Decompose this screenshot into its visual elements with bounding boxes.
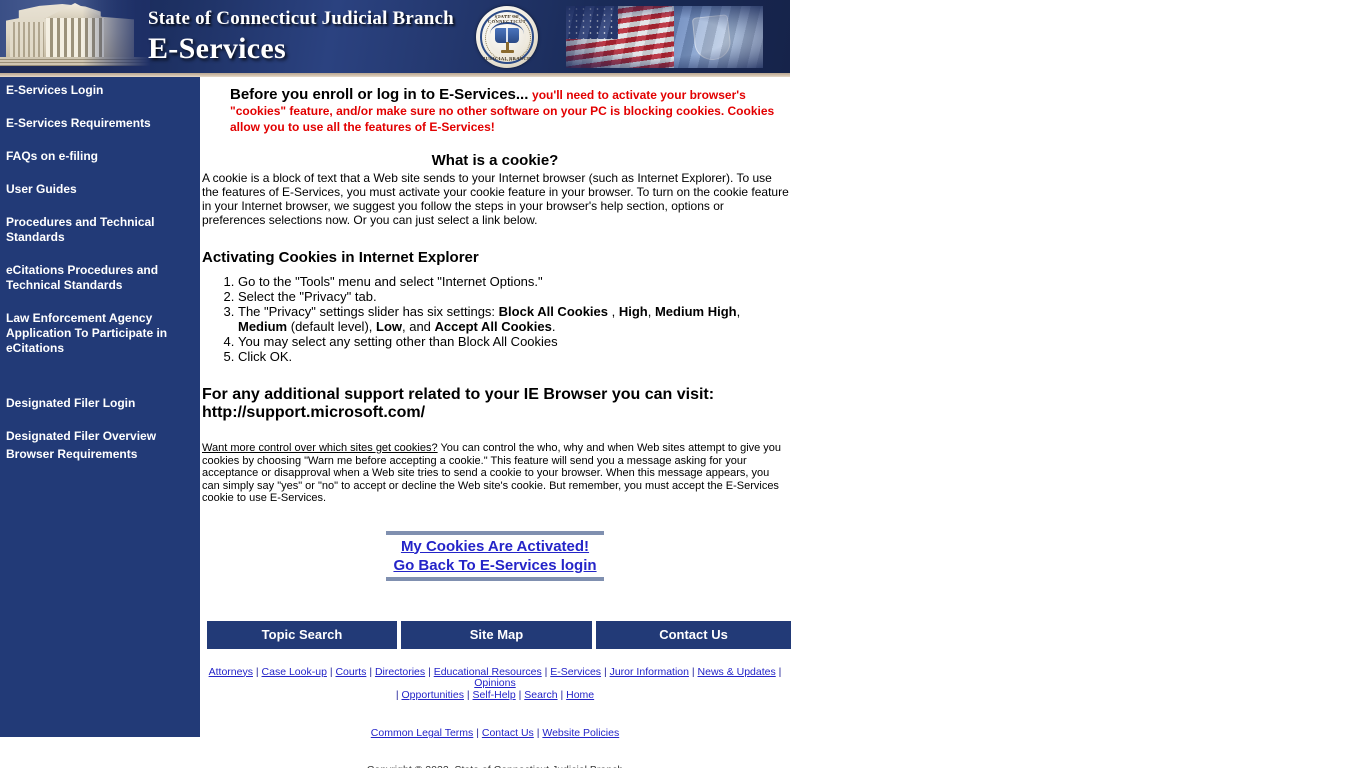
sidebar-item-designated-filer-overview[interactable]: Designated Filer Overview [0, 429, 200, 444]
sidebar-item-procedures-and-technical-standards[interactable]: Procedures and Technical Standards [0, 215, 200, 245]
utility-button-bar: Topic Search Site Map Contact Us [207, 620, 791, 649]
footer-link-attorneys[interactable]: Attorneys [209, 666, 253, 678]
footer-link-opportunities[interactable]: Opportunities [402, 689, 464, 701]
what-is-a-cookie-heading: What is a cookie? [431, 152, 559, 169]
step3-sep-3: , [736, 304, 741, 319]
footer-link-common-legal-terms[interactable]: Common Legal Terms [371, 727, 474, 739]
sidebar-nav: E-Services Login E-Services Requirements… [0, 77, 200, 737]
banner-app-title: E-Services [148, 32, 286, 65]
footer-link-news-and-updates[interactable]: News & Updates [698, 666, 776, 678]
footer-sep: | [688, 665, 698, 678]
footer-link-courts[interactable]: Courts [335, 666, 366, 678]
banner-agency-title: State of Connecticut Judicial Branch [148, 8, 454, 29]
footer-link-home[interactable]: Home [566, 689, 594, 701]
activating-cookies-heading: Activating Cookies in Internet Explorer [202, 249, 479, 266]
footer-link-contact-us[interactable]: Contact Us [482, 727, 534, 739]
footer-link-e-services[interactable]: E-Services [550, 666, 601, 678]
intro-block: Before you enroll or log in to E-Service… [230, 87, 790, 135]
footer-sep: | [775, 665, 782, 678]
footer-sep: | [463, 688, 473, 701]
topic-search-button[interactable]: Topic Search [207, 620, 397, 649]
step3-sep-4: (default level), [287, 319, 376, 334]
footer-link-directories[interactable]: Directories [375, 666, 425, 678]
step3-sep-2: , [647, 304, 655, 319]
page-root: State of Connecticut Judicial Branch E-S… [0, 0, 791, 768]
seal-base [501, 50, 514, 53]
sidebar-item-user-guides[interactable]: User Guides [0, 182, 200, 197]
step-item-4: You may select any setting other than Bl… [238, 334, 790, 349]
go-back-to-e-services-login-link[interactable]: Go Back To E-Services login [386, 556, 604, 575]
footer-sep: | [252, 665, 262, 678]
footer-link-website-policies[interactable]: Website Policies [542, 727, 619, 739]
state-seal-icon: STATE OF CONNECTICUT JUDICIAL BRANCH [476, 6, 538, 68]
support-heading: For any additional support related to yo… [202, 386, 790, 422]
main-content: Before you enroll or log in to E-Service… [200, 77, 791, 768]
step-item-3: The "Privacy" settings slider has six se… [238, 304, 790, 334]
footer-links-row-2: Common Legal Terms | Contact Us | Websit… [200, 727, 790, 740]
contact-us-button[interactable]: Contact Us [596, 620, 791, 649]
sidebar-item-e-services-requirements[interactable]: E-Services Requirements [0, 116, 200, 131]
step3-option-low: Low [376, 319, 402, 334]
sidebar-item-law-enforcement-agency-application[interactable]: Law Enforcement Agency Application To Pa… [0, 311, 200, 356]
step3-option-block-all: Block All Cookies [498, 304, 608, 319]
footer-link-self-help[interactable]: Self-Help [473, 689, 516, 701]
step3-option-accept-all: Accept All Cookies [434, 319, 552, 334]
fineprint-link-text[interactable]: Want more control over which sites get c… [202, 442, 438, 454]
cookie-links-block: My Cookies Are Activated! Go Back To E-S… [386, 530, 604, 581]
footer-sep: | [515, 688, 525, 701]
footer-sep: | [473, 727, 482, 739]
courthouse-fade-overlay [0, 0, 150, 73]
step3-prefix: The "Privacy" settings slider has six se… [238, 304, 499, 319]
seal-bottom-text: JUDICIAL BRANCH [482, 56, 532, 61]
support-url: http://support.microsoft.com/ [202, 404, 426, 421]
activation-steps-list: Go to the "Tools" menu and select "Inter… [200, 274, 790, 364]
footer-link-case-look-up[interactable]: Case Look-up [262, 666, 327, 678]
support-line-1: For any additional support related to yo… [202, 386, 715, 403]
courthouse-image [0, 0, 150, 73]
seal-book-icon [495, 28, 519, 43]
my-cookies-are-activated-link[interactable]: My Cookies Are Activated! [386, 537, 604, 556]
sidebar-item-e-services-login[interactable]: E-Services Login [0, 83, 200, 98]
footer-sep: | [601, 665, 610, 678]
footer-sep: | [541, 665, 551, 678]
sidebar-item-ecitations-procedures-and-technical-standards[interactable]: eCitations Procedures and Technical Stan… [0, 263, 200, 293]
site-footer: Attorneys | Case Look-up | Courts | Dire… [200, 665, 790, 768]
step3-option-high: High [618, 304, 648, 319]
step3-option-medium: Medium [238, 319, 288, 334]
footer-link-opinions[interactable]: Opinions [474, 677, 515, 689]
step-item-1: Go to the "Tools" menu and select "Inter… [238, 274, 790, 289]
step-item-2: Select the "Privacy" tab. [238, 289, 790, 304]
flags-image [566, 6, 763, 68]
footer-link-juror-information[interactable]: Juror Information [610, 666, 689, 678]
footer-link-search[interactable]: Search [524, 689, 557, 701]
footer-link-educational-resources[interactable]: Educational Resources [434, 666, 542, 678]
step3-sep-5: , and [402, 319, 435, 334]
footer-sep: | [557, 688, 567, 701]
banner-title-group: State of Connecticut Judicial Branch E-S… [148, 8, 454, 66]
site-map-button[interactable]: Site Map [401, 620, 592, 649]
footer-links-row-1: Attorneys | Case Look-up | Courts | Dire… [200, 665, 790, 702]
cookie-description-paragraph: A cookie is a block of text that a Web s… [202, 171, 789, 227]
step3-sep-1: , [608, 304, 619, 319]
copyright-text: Copyright © 2022, State of Connecticut J… [200, 764, 790, 768]
sidebar-item-browser-requirements[interactable]: Browser Requirements [0, 447, 200, 462]
site-banner: State of Connecticut Judicial Branch E-S… [0, 0, 790, 73]
step3-option-medium-high: Medium High [654, 304, 737, 319]
seal-top-text: STATE OF CONNECTICUT [487, 14, 527, 24]
sidebar-item-designated-filer-login[interactable]: Designated Filer Login [0, 396, 200, 411]
fineprint-paragraph: Want more control over which sites get c… [202, 442, 787, 505]
intro-heading: Before you enroll or log in to E-Service… [230, 86, 529, 103]
footer-sep: | [366, 665, 375, 678]
footer-sep: | [425, 665, 434, 678]
flag-vignette-overlay [566, 6, 763, 68]
sidebar-item-faqs-on-e-filing[interactable]: FAQs on e-filing [0, 149, 200, 164]
step3-suffix: . [551, 319, 556, 334]
step-item-5: Click OK. [238, 349, 790, 364]
